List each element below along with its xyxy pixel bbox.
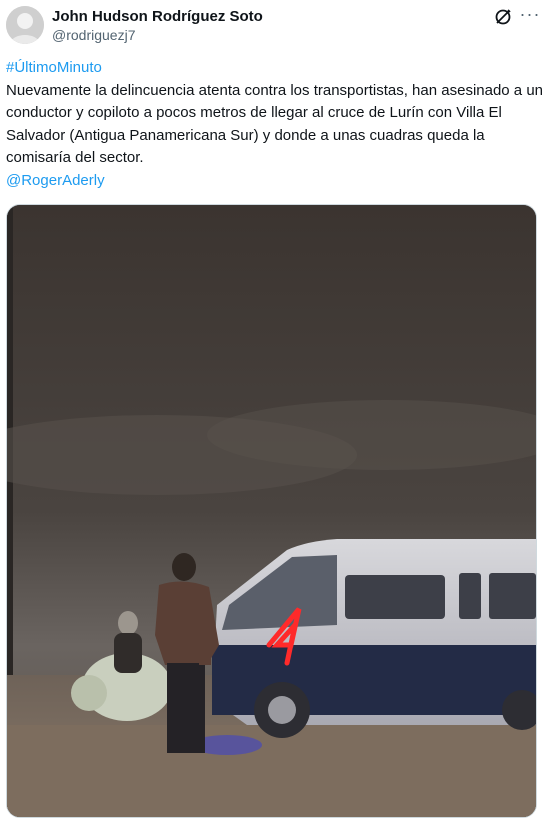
video-frame xyxy=(7,205,536,817)
grok-icon[interactable] xyxy=(494,8,512,26)
tweet-text: #ÚltimoMinuto Nuevamente la delincuencia… xyxy=(6,57,546,192)
mention-link[interactable]: @RogerAderly xyxy=(6,172,105,189)
tweet-body: Nuevamente la delincuencia atenta contra… xyxy=(6,81,544,167)
author-handle[interactable]: @rodriguezj7 xyxy=(52,27,135,43)
author-avatar[interactable] xyxy=(6,6,44,44)
author-name[interactable]: John Hudson Rodríguez Soto xyxy=(52,8,263,25)
tweet-video[interactable] xyxy=(6,204,537,818)
hashtag-link[interactable]: #ÚltimoMinuto xyxy=(6,59,102,76)
avatar-photo xyxy=(6,6,44,44)
tweet-header: John Hudson Rodríguez Soto @rodriguezj7 … xyxy=(0,0,560,52)
more-options-icon[interactable]: ··· xyxy=(518,5,542,26)
